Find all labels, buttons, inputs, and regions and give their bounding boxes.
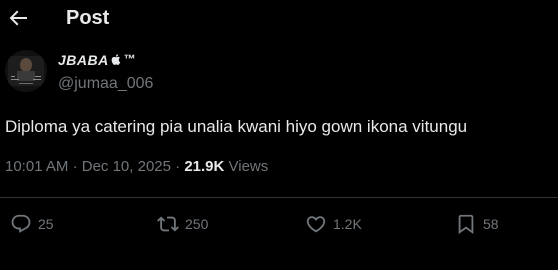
divider bbox=[0, 197, 558, 198]
meta-separator-2: · bbox=[175, 158, 181, 175]
user-handle[interactable]: @jumaa_006 bbox=[58, 75, 153, 93]
like-button[interactable]: 1.2K bbox=[305, 212, 362, 236]
meta-separator: · bbox=[72, 158, 78, 175]
avatar[interactable] bbox=[5, 50, 47, 92]
heart-icon bbox=[306, 216, 326, 233]
reply-button[interactable]: 25 bbox=[10, 212, 54, 236]
reply-count: 25 bbox=[38, 216, 54, 232]
page-title: Post bbox=[66, 7, 110, 29]
trademark-symbol: ™ bbox=[123, 52, 137, 66]
post-date[interactable]: Dec 10, 2025 bbox=[82, 158, 171, 175]
avatar-image bbox=[5, 50, 47, 92]
post-meta: 10:01 AM · Dec 10, 2025 · 21.9K Views bbox=[5, 157, 268, 177]
post-text: Diploma ya catering pia unalia kwani hiy… bbox=[5, 117, 468, 136]
reply-icon bbox=[11, 214, 31, 233]
views-label: Views bbox=[228, 158, 269, 175]
bookmark-count: 58 bbox=[483, 216, 499, 232]
post-time[interactable]: 10:01 AM bbox=[5, 158, 68, 175]
bookmark-button[interactable]: 58 bbox=[455, 212, 499, 236]
back-button[interactable] bbox=[6, 6, 30, 30]
views-count: 21.9K bbox=[184, 158, 225, 175]
repost-count: 250 bbox=[185, 216, 209, 232]
display-name[interactable]: JBABA ™ bbox=[58, 52, 136, 68]
like-count: 1.2K bbox=[333, 216, 362, 232]
display-name-text: JBABA bbox=[58, 52, 109, 68]
bookmark-icon bbox=[458, 214, 474, 235]
back-arrow-icon bbox=[9, 10, 27, 26]
repost-icon bbox=[157, 216, 179, 232]
repost-button[interactable]: 250 bbox=[157, 212, 208, 236]
apple-logo-icon bbox=[111, 54, 120, 65]
author-row: JBABA ™ @jumaa_006 bbox=[5, 50, 405, 96]
top-bar: Post bbox=[0, 0, 558, 40]
